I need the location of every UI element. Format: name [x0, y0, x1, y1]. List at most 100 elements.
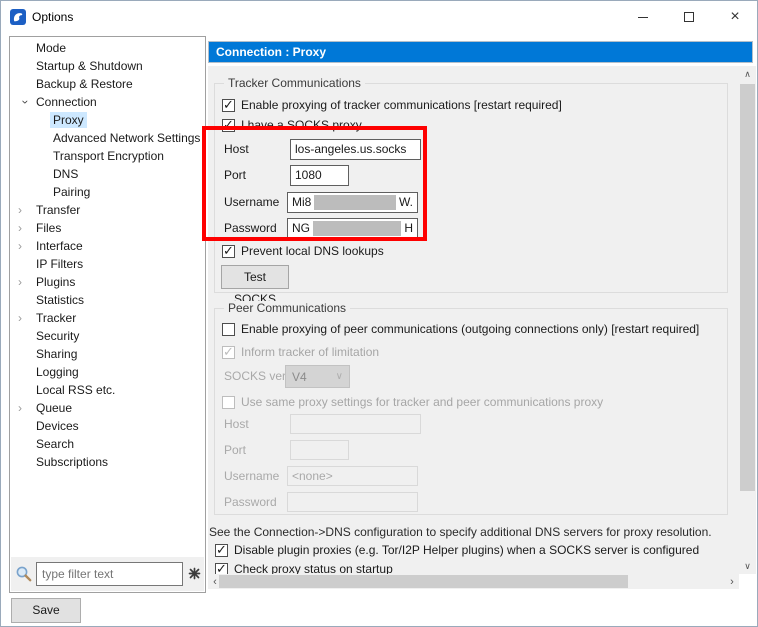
save-button[interactable]: Save — [11, 598, 81, 623]
sidebar-item-files[interactable]: › Files — [10, 219, 204, 237]
sidebar-item-logging[interactable]: › Logging — [10, 363, 204, 381]
vertical-scrollbar-thumb[interactable] — [740, 84, 755, 491]
sidebar-item-startup-shutdown[interactable]: › Startup & Shutdown — [10, 57, 204, 75]
sidebar-item-plugins[interactable]: › Plugins — [10, 273, 204, 291]
socks-version-dropdown: V4 ∨ — [285, 365, 350, 388]
sidebar-item-sharing[interactable]: › Sharing — [10, 345, 204, 363]
enable-peer-proxy-row: Enable proxying of peer communications (… — [222, 322, 699, 336]
peer-port-input — [290, 440, 349, 460]
options-tree: › Mode › Startup & Shutdown › Backup & R… — [10, 39, 204, 471]
close-button[interactable]: × — [712, 1, 758, 33]
chevron-icon[interactable]: › — [18, 401, 33, 415]
have-socks-label: I have a SOCKS proxy — [241, 118, 362, 132]
check-proxy-status-label: Check proxy status on startup — [234, 562, 393, 574]
peer-password-input — [287, 492, 418, 512]
horizontal-scrollbar-thumb[interactable] — [219, 575, 628, 588]
page-title: Connection : Proxy — [208, 41, 753, 63]
settings-viewport: Tracker Communications Enable proxying o… — [208, 66, 739, 574]
enable-tracker-proxy-checkbox[interactable] — [222, 99, 235, 112]
enable-tracker-proxy-label: Enable proxying of tracker communication… — [241, 98, 562, 112]
password-label: Password — [224, 221, 277, 235]
peer-username-input: <none> — [287, 466, 418, 486]
dns-note: See the Connection->DNS configuration to… — [209, 525, 712, 539]
chevron-icon[interactable]: › — [18, 239, 33, 253]
options-sidebar: › Mode › Startup & Shutdown › Backup & R… — [9, 36, 206, 593]
prevent-dns-row: Prevent local DNS lookups — [222, 244, 384, 258]
enable-peer-proxy-checkbox[interactable] — [222, 323, 235, 336]
peer-host-input — [290, 414, 421, 434]
options-window: Options × › Mode › Startup & Shutdown › — [0, 0, 758, 627]
sidebar-item-connection[interactable]: › Connection — [10, 93, 204, 111]
sidebar-item-devices[interactable]: › Devices — [10, 417, 204, 435]
window-title: Options — [32, 1, 73, 33]
check-proxy-status-row: Check proxy status on startup — [215, 562, 393, 574]
scroll-down-icon[interactable]: ∨ — [739, 558, 756, 574]
chevron-icon[interactable]: › — [18, 311, 33, 325]
maximize-icon — [684, 12, 694, 22]
sidebar-item-search[interactable]: › Search — [10, 435, 204, 453]
peer-username-label: Username — [224, 469, 279, 483]
disable-plugin-proxies-checkbox[interactable] — [215, 544, 228, 557]
sidebar-item-security[interactable]: › Security — [10, 327, 204, 345]
tracker-communications-group: Tracker Communications Enable proxying o… — [214, 83, 728, 293]
peer-communications-group: Peer Communications Enable proxying of p… — [214, 308, 728, 515]
chevron-icon[interactable]: › — [18, 203, 33, 217]
sidebar-item-transfer[interactable]: › Transfer — [10, 201, 204, 219]
vertical-scrollbar[interactable]: ∧ ∨ — [739, 66, 756, 574]
peer-group-title: Peer Communications — [224, 301, 350, 315]
prevent-dns-checkbox[interactable] — [222, 245, 235, 258]
host-input[interactable]: los-angeles.us.socks — [290, 139, 421, 160]
use-same-proxy-label: Use same proxy settings for tracker and … — [241, 395, 603, 409]
maximize-button[interactable] — [666, 1, 712, 33]
titlebar: Options × — [1, 1, 758, 33]
disable-plugin-proxies-label: Disable plugin proxies (e.g. Tor/I2P Hel… — [234, 543, 699, 557]
password-input[interactable]: NG H — [287, 218, 418, 239]
host-label: Host — [224, 142, 249, 156]
sidebar-item-transport-encryption[interactable]: › Transport Encryption — [10, 147, 204, 165]
sidebar-item-advanced-network-settings[interactable]: › Advanced Network Settings — [10, 129, 204, 147]
chevron-down-icon: ∨ — [336, 371, 343, 382]
sidebar-item-interface[interactable]: › Interface — [10, 237, 204, 255]
filter-input[interactable] — [36, 562, 183, 586]
sidebar-item-queue[interactable]: › Queue — [10, 399, 204, 417]
inform-tracker-row: Inform tracker of limitation — [222, 345, 379, 359]
sidebar-item-subscriptions[interactable]: › Subscriptions — [10, 453, 204, 471]
sidebar-item-proxy[interactable]: › Proxy — [10, 111, 204, 129]
scroll-up-icon[interactable]: ∧ — [739, 66, 756, 82]
disable-plugin-proxies-row: Disable plugin proxies (e.g. Tor/I2P Hel… — [215, 543, 699, 557]
filter-bar — [11, 557, 204, 591]
clear-filter-icon[interactable] — [188, 567, 201, 580]
sidebar-item-ip-filters[interactable]: › IP Filters — [10, 255, 204, 273]
minimize-button[interactable] — [620, 1, 666, 33]
scroll-right-icon[interactable]: › — [725, 574, 739, 589]
have-socks-row: I have a SOCKS proxy — [222, 118, 362, 132]
tracker-group-title: Tracker Communications — [224, 76, 365, 90]
sidebar-item-dns[interactable]: › DNS — [10, 165, 204, 183]
enable-peer-proxy-label: Enable proxying of peer communications (… — [241, 322, 699, 336]
sidebar-item-local-rss-etc[interactable]: › Local RSS etc. — [10, 381, 204, 399]
chevron-icon[interactable]: › — [18, 275, 33, 289]
prevent-dns-label: Prevent local DNS lookups — [241, 244, 384, 258]
sidebar-item-pairing[interactable]: › Pairing — [10, 183, 204, 201]
port-input[interactable]: 1080 — [290, 165, 349, 186]
password-redaction — [313, 221, 401, 236]
have-socks-checkbox[interactable] — [222, 119, 235, 132]
sidebar-item-statistics[interactable]: › Statistics — [10, 291, 204, 309]
check-proxy-status-checkbox[interactable] — [215, 563, 228, 575]
use-same-proxy-checkbox — [222, 396, 235, 409]
minimize-icon — [638, 17, 648, 18]
peer-host-label: Host — [224, 417, 249, 431]
sidebar-item-mode[interactable]: › Mode — [10, 39, 204, 57]
peer-port-label: Port — [224, 443, 246, 457]
chevron-icon[interactable]: › — [19, 95, 33, 110]
close-icon: × — [730, 9, 739, 25]
use-same-proxy-row: Use same proxy settings for tracker and … — [222, 395, 603, 409]
username-label: Username — [224, 195, 279, 209]
search-icon — [15, 565, 33, 583]
test-socks-button[interactable]: Test SOCKS — [221, 265, 289, 289]
horizontal-scrollbar[interactable]: ‹ › — [208, 574, 739, 589]
chevron-icon[interactable]: › — [18, 221, 33, 235]
sidebar-item-tracker[interactable]: › Tracker — [10, 309, 204, 327]
username-input[interactable]: Mi8 W. — [287, 192, 418, 213]
sidebar-item-backup-restore[interactable]: › Backup & Restore — [10, 75, 204, 93]
